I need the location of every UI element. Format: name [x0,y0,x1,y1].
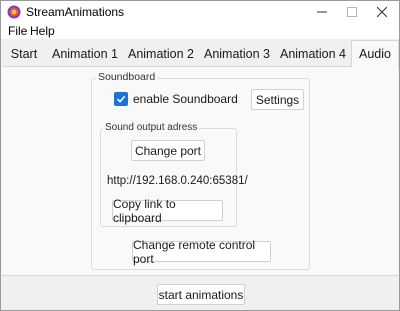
soundboard-group-label: Soundboard [96,71,158,83]
start-animations-button[interactable]: start animations [157,284,245,305]
menu-help[interactable]: Help [30,24,55,38]
maximize-icon [347,7,357,17]
enable-soundboard-checkbox[interactable] [114,92,128,106]
change-port-button[interactable]: Change port [131,140,205,161]
footer-bar: start animations [2,275,398,310]
enable-soundboard-label[interactable]: enable Soundboard [133,92,238,106]
tab-strip: Start Animation 1 Animation 2 Animation … [1,39,399,67]
app-window: StreamAnimations File Help Start Animati… [0,0,400,311]
tab-animation-2[interactable]: Animation 2 [123,42,199,66]
tab-animation-1[interactable]: Animation 1 [47,42,123,66]
audio-tab-panel: Soundboard enable Soundboard Settings So… [2,66,398,275]
minimize-icon [317,11,327,13]
maximize-button[interactable] [335,1,369,23]
settings-button[interactable]: Settings [251,89,304,110]
window-title: StreamAnimations [26,5,125,19]
tab-audio[interactable]: Audio [351,40,399,67]
tab-start[interactable]: Start [1,42,47,66]
checkmark-icon [116,95,126,103]
close-icon [377,7,387,17]
tab-animation-4[interactable]: Animation 4 [275,42,351,66]
sound-output-group-label: Sound output adress [103,122,200,133]
app-icon [7,5,21,19]
change-remote-port-button[interactable]: Change remote control port [132,238,271,266]
close-button[interactable] [365,1,399,23]
output-address-text: http://192.168.0.240:65381/ [107,175,248,187]
title-bar: StreamAnimations [1,1,399,23]
menu-file[interactable]: File [8,24,27,38]
menu-bar: File Help [1,23,399,39]
minimize-button[interactable] [305,1,339,23]
copy-link-button[interactable]: Copy link to clipboard [112,197,223,225]
tab-animation-3[interactable]: Animation 3 [199,42,275,66]
